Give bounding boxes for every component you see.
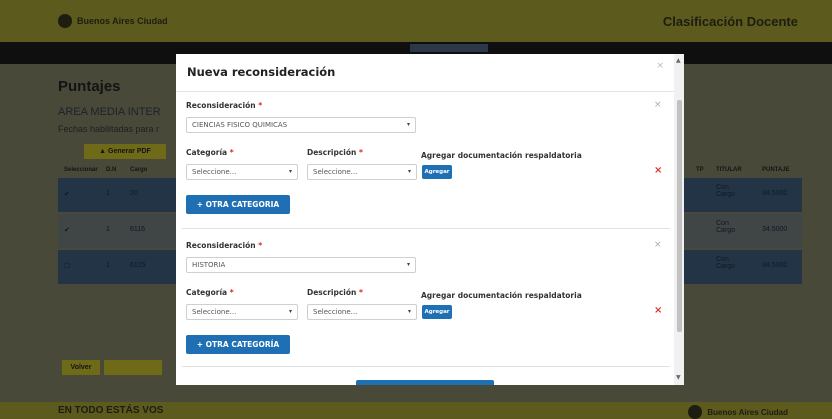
categoria-value: Seleccione... (192, 308, 237, 316)
reconsideration-block: Reconsideración * × CIENCIAS FISICO QUIM… (186, 98, 670, 228)
modal-header: Nueva reconsideración × (176, 54, 684, 92)
row-nro: 1 (106, 226, 110, 233)
required-mark: * (229, 288, 234, 297)
required-mark: * (229, 148, 234, 157)
row-titular: Con Cargo (716, 256, 736, 270)
chevron-down-icon: ▾ (288, 308, 292, 315)
footer-brand: Buenos Aires Ciudad (707, 407, 788, 417)
scroll-up-icon[interactable]: ▲ (676, 58, 681, 64)
city-logo-icon (58, 14, 72, 28)
row-nro: 1 (106, 190, 110, 197)
col-header-puntaje: PUNTAJE (762, 167, 790, 173)
secondary-button[interactable] (104, 360, 162, 375)
col-header-cargo[interactable]: Cargo (130, 167, 147, 173)
reconsideracion-label-text: Reconsideración (186, 241, 256, 250)
collapse-icon[interactable]: × (654, 240, 662, 250)
doc-label: Agregar documentación respaldatoria (421, 291, 582, 300)
categoria-select[interactable]: Seleccione... ▾ (186, 304, 298, 320)
reconsideracion-label: Reconsideración * (186, 101, 262, 110)
reconsideracion-value: CIENCIAS FISICO QUIMICAS (192, 121, 288, 129)
nav-active-tab[interactable] (410, 44, 488, 52)
categoria-label-text: Categoría (186, 148, 228, 157)
descripcion-label-text: Descripción (307, 148, 357, 157)
row-cargo: 6116 (130, 226, 146, 233)
app-title: Clasificación Docente (662, 14, 798, 29)
divider (182, 366, 670, 367)
row-cargo: 6125 (130, 262, 146, 269)
brand-logo[interactable]: Buenos Aires Ciudad (58, 14, 168, 28)
required-mark: * (258, 241, 263, 250)
descripcion-select[interactable]: Seleccione... ▾ (307, 164, 417, 180)
doc-label: Agregar documentación respaldatoria (421, 151, 582, 160)
chevron-down-icon: ▾ (406, 261, 410, 268)
agregar-button[interactable]: Agregar (422, 165, 452, 179)
descripcion-label-text: Descripción (307, 288, 357, 297)
chevron-down-icon: ▾ (407, 168, 411, 175)
categoria-select[interactable]: Seleccione... ▾ (186, 164, 298, 180)
col-header-dn: D.N (106, 167, 117, 173)
descripcion-select[interactable]: Seleccione... ▾ (307, 304, 417, 320)
scrollbar-thumb[interactable] (677, 100, 682, 332)
brand-name: Buenos Aires Ciudad (77, 16, 168, 26)
reconsideracion-label-text: Reconsideración (186, 101, 256, 110)
reconsideration-block: Reconsideración * × HISTORIA ▾ Categoría… (186, 238, 670, 368)
col-header-tp: TP (696, 167, 704, 173)
remove-icon[interactable]: × (654, 165, 662, 176)
scroll-down-icon[interactable]: ▼ (676, 375, 681, 381)
footer-slogan: EN TODO ESTÁS VOS (58, 405, 164, 416)
row-puntaje: 34.5000 (762, 226, 788, 233)
chevron-down-icon: ▾ (406, 121, 410, 128)
chevron-down-icon: ▾ (288, 168, 292, 175)
required-mark: * (258, 101, 263, 110)
descripcion-label: Descripción * (307, 288, 363, 297)
area-heading: AREA MEDIA INTER (58, 106, 161, 118)
row-nro: 1 (106, 262, 110, 269)
agregar-button[interactable]: Agregar (422, 305, 452, 319)
top-bar: Buenos Aires Ciudad Clasificación Docent… (0, 0, 832, 42)
categoria-label-text: Categoría (186, 288, 228, 297)
close-icon[interactable]: × (656, 61, 664, 71)
row-titular: Con Cargo (716, 220, 736, 234)
categoria-value: Seleccione... (192, 168, 237, 176)
modal-title: Nueva reconsideración (187, 65, 336, 79)
footer-logo: Buenos Aires Ciudad (688, 405, 788, 419)
otra-categoria-button[interactable]: + OTRA CATEGORIA (186, 195, 290, 214)
categoria-label: Categoría * (186, 148, 234, 157)
bottom-actions: Volver (62, 360, 162, 375)
col-header-titular: TITULAR (716, 167, 742, 173)
row-puntaje: 34.5000 (762, 190, 788, 197)
descripcion-value: Seleccione... (313, 168, 358, 176)
submit-button[interactable] (356, 380, 494, 385)
row-titular: Con Cargo (716, 184, 736, 198)
reconsideracion-select[interactable]: CIENCIAS FISICO QUIMICAS ▾ (186, 117, 416, 133)
row-checkbox[interactable]: ☐ (64, 262, 70, 270)
categoria-label: Categoría * (186, 288, 234, 297)
reconsideracion-value: HISTORIA (192, 261, 226, 269)
row-cargo: 20 (130, 190, 138, 197)
volver-button[interactable]: Volver (62, 360, 100, 375)
generate-pdf-button[interactable]: ▲ Generar PDF (84, 144, 166, 159)
reconsideration-modal: Nueva reconsideración × Reconsideración … (176, 54, 684, 385)
page-title: Puntajes (58, 78, 121, 95)
reconsideracion-select[interactable]: HISTORIA ▾ (186, 257, 416, 273)
otra-categoria-button[interactable]: + OTRA CATEGORÍA (186, 335, 290, 354)
required-mark: * (359, 288, 363, 297)
col-header-seleccionar: Seleccionar (64, 167, 98, 173)
divider (182, 228, 670, 229)
row-checkbox[interactable]: ✔ (64, 190, 70, 198)
chevron-down-icon: ▾ (407, 308, 411, 315)
remove-icon[interactable]: × (654, 305, 662, 316)
required-mark: * (359, 148, 363, 157)
reconsideracion-label: Reconsideración * (186, 241, 262, 250)
fechas-text: Fechas habilitadas para r (58, 124, 160, 134)
footer: EN TODO ESTÁS VOS Buenos Aires Ciudad (0, 402, 832, 419)
row-puntaje: 34.5000 (762, 262, 788, 269)
descripcion-label: Descripción * (307, 148, 363, 157)
row-checkbox[interactable]: ✔ (64, 226, 70, 234)
collapse-icon[interactable]: × (654, 100, 662, 110)
descripcion-value: Seleccione... (313, 308, 358, 316)
generate-pdf-label: Generar PDF (108, 148, 151, 155)
document-icon: ▲ (99, 148, 109, 155)
city-logo-icon (688, 405, 703, 419)
